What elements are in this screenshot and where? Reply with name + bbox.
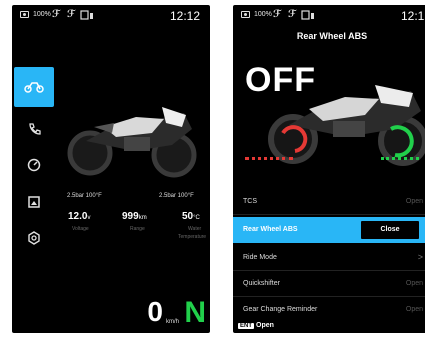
temperature-unit: °C [193, 215, 200, 221]
tire-pressure-rear: 2.5bar 100°F [159, 193, 194, 199]
clock: 12:12 [170, 9, 201, 23]
dashboard-screen: 100% ℱ ℱ 12:12 2.5bar 100°F 2.5bar 100°F… [12, 5, 210, 333]
menu-item-rear-wheel-abs[interactable]: Rear Wheel ABS Close [233, 217, 425, 243]
battery-percent: 100% [254, 11, 272, 18]
temperature-label: Water [188, 226, 202, 232]
range-unit: km [138, 215, 147, 221]
sidebar-item-settings[interactable] [24, 231, 44, 247]
divider [233, 214, 425, 215]
voltage-label: Voltage [72, 226, 89, 232]
menu-item-gear-change-reminder[interactable]: Gear Change Reminder Open [233, 297, 425, 323]
settings-icon [28, 231, 40, 245]
menu-item-quickshifter[interactable]: Quickshifter Open [233, 271, 425, 297]
media-icon [28, 196, 40, 208]
camera-icon [20, 11, 29, 18]
device-icon [80, 10, 93, 20]
speed-unit: km/h [165, 319, 179, 325]
page-title: Rear Wheel ABS [296, 31, 368, 41]
range-number: 999 [122, 211, 139, 222]
motorcycle-image [67, 107, 197, 178]
menu-value: Open [405, 280, 423, 287]
device-icon [301, 10, 314, 20]
battery-percent: 100% [33, 11, 51, 18]
front-abs-line [381, 157, 419, 160]
range-value: 999km [122, 211, 147, 222]
voltage-number: 12.0 [68, 211, 88, 222]
temperature-label-2: Temperature [178, 234, 207, 240]
phone-icon [29, 123, 41, 135]
voltage-value: 12.0v [68, 211, 90, 222]
signal-icon: ℱ [273, 9, 281, 20]
menu-item-ride-mode[interactable]: Ride Mode > [233, 245, 425, 271]
menu-label: Rear Wheel ABS [243, 226, 298, 233]
menu-label: TCS [243, 198, 257, 205]
menu-value: Open [405, 306, 423, 313]
menu-label: Gear Change Reminder [243, 306, 318, 313]
sidebar-item-media[interactable] [24, 195, 44, 211]
sidebar-item-vehicle[interactable] [14, 67, 54, 107]
sidebar-item-gauge[interactable] [24, 158, 44, 174]
status-bar: 100% ℱ ℱ 12:12 [233, 5, 425, 25]
close-button[interactable]: Close [361, 221, 419, 239]
menu-label: Ride Mode [243, 254, 277, 261]
abs-state: OFF [245, 61, 316, 99]
chevron-right-icon: > [417, 252, 423, 262]
motorcycle-icon [24, 82, 44, 93]
tire-pressure-front: 2.5bar 100°F [67, 193, 102, 199]
range-label: Range [130, 226, 145, 232]
signal-icon: ℱ [52, 9, 60, 20]
signal-icon-2: ℱ [67, 9, 75, 20]
camera-icon [241, 11, 250, 18]
menu-label: Quickshifter [243, 280, 280, 287]
clock: 12:12 [401, 9, 425, 23]
temperature-number: 50 [182, 211, 194, 222]
footer-action: Open [256, 322, 274, 329]
gear-indicator: N [184, 296, 206, 329]
signal-icon-2: ℱ [288, 9, 296, 20]
speed-value: 0 [147, 296, 163, 327]
ent-key: ENT [238, 323, 254, 329]
rear-abs-line [245, 157, 293, 160]
menu-value: Open [405, 198, 423, 205]
menu-item-tcs[interactable]: TCS Open [233, 189, 425, 215]
sidebar-item-phone[interactable] [24, 122, 44, 138]
footer-hint: ENT Open [238, 322, 274, 329]
abs-settings-screen: 100% ℱ ℱ 12:12 Rear Wheel ABS OFF TCS Op… [233, 5, 425, 333]
gauge-icon [27, 158, 41, 172]
temperature-value: 50°C [182, 211, 200, 222]
voltage-unit: v [87, 215, 91, 221]
status-bar: 100% ℱ ℱ 12:12 [12, 5, 210, 25]
